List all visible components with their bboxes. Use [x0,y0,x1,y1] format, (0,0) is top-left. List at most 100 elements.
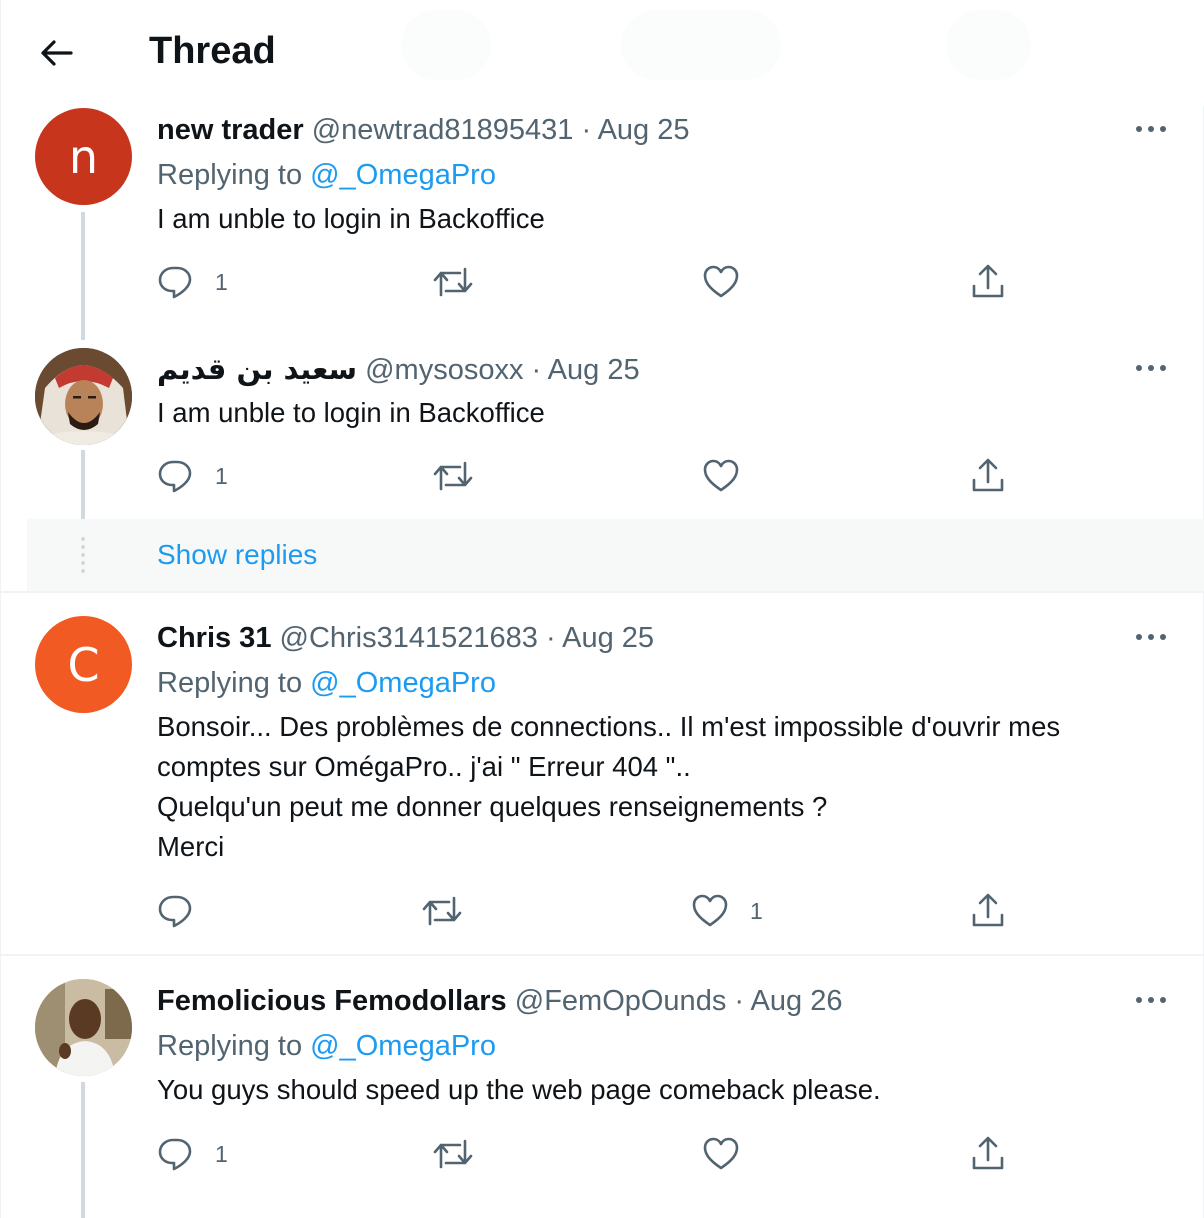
avatar-letter: n [68,129,99,184]
share-icon [972,1136,1004,1170]
retweet-button[interactable] [421,893,463,929]
avatar[interactable] [35,979,132,1076]
retweet-button[interactable] [432,1136,474,1172]
tweet-text: Bonsoir... Des problèmes de connections.… [157,707,1167,867]
tweet-text: I am unble to login in Backoffice [157,397,545,428]
separator-dot: · [531,354,542,386]
like-button[interactable] [703,265,739,299]
tweet-date[interactable]: Aug 25 [548,354,640,386]
more-icon [1136,634,1166,640]
more-icon [1136,365,1166,371]
avatar[interactable]: n [35,108,132,205]
retweet-button[interactable] [432,458,474,494]
tweet-header: سعيد بن قديم @mysosoxx · Aug 25 [157,351,640,388]
replying-to-link[interactable]: @_OmegaPro [310,159,496,191]
like-icon [692,894,728,927]
reply-count: 1 [215,268,228,295]
tweet-date[interactable]: Aug 25 [562,622,654,654]
share-button[interactable] [970,458,1006,494]
reply-icon [158,460,192,493]
header-ghost-2 [621,10,781,80]
avatar-photo-icon [35,348,132,445]
thread-dotted-line [81,537,85,573]
avatar[interactable] [35,348,132,445]
reply-button[interactable] [157,893,193,929]
reply-button[interactable]: 1 [157,264,228,300]
like-icon [703,265,739,298]
user-handle[interactable]: @newtrad81895431 [312,114,574,146]
tweet-text: You guys should speed up the web page co… [157,1074,881,1105]
replying-to: Replying to @_OmegaPro [157,665,496,701]
separator-dot: · [545,622,556,654]
show-replies-label: Show replies [157,539,318,570]
reply-icon [158,1138,192,1171]
tweet-text-line: Bonsoir... Des problèmes de connections.… [157,711,1061,742]
user-name[interactable]: سعيد بن قديم [157,352,357,386]
tweet-text-line: comptes sur OmégaPro.. j'ai " Erreur 404… [157,751,691,782]
replying-to: Replying to @_OmegaPro [157,1028,496,1064]
user-handle[interactable]: @mysosoxx [365,354,523,386]
thread-line [81,1082,85,1218]
separator-dot: · [581,114,592,146]
share-icon [972,264,1004,298]
retweet-icon [433,461,473,491]
back-arrow-icon [41,40,73,66]
share-button[interactable] [970,893,1006,929]
reply-button[interactable]: 1 [157,458,228,494]
avatar-photo-icon [35,979,132,1076]
like-button[interactable]: 1 [692,894,763,928]
replying-to: Replying to @_OmegaPro [157,157,496,193]
more-button[interactable] [1129,622,1173,652]
replying-prefix: Replying to [157,667,303,699]
share-button[interactable] [970,1136,1006,1172]
thread-header: Thread [1,0,1204,106]
back-button[interactable] [31,30,81,76]
tweet-date[interactable]: Aug 26 [751,985,843,1017]
replying-to-link[interactable]: @_OmegaPro [310,1030,496,1062]
thread-line [81,212,85,340]
header-ghost-3 [946,10,1031,80]
divider [1,954,1204,956]
like-icon [703,1137,739,1170]
avatar-letter: C [67,637,100,692]
retweet-icon [422,896,462,926]
tweet-header: new trader @newtrad81895431 · Aug 25 [157,112,690,148]
tweet-header: Femolicious Femodollars @FemOpOunds · Au… [157,983,842,1019]
retweet-button[interactable] [432,264,474,300]
share-button[interactable] [970,264,1006,300]
separator-dot: · [734,985,745,1017]
user-name[interactable]: Chris 31 [157,622,271,654]
user-name[interactable]: new trader [157,114,304,146]
more-icon [1136,126,1166,132]
replying-prefix: Replying to [157,159,303,191]
more-button[interactable] [1129,114,1173,144]
divider [1,591,1204,593]
user-handle[interactable]: @FemOpOunds [515,985,727,1017]
show-replies-button[interactable]: Show replies [27,519,1204,591]
like-button[interactable] [703,459,739,493]
like-count: 1 [750,897,763,924]
share-icon [972,458,1004,492]
tweet-date[interactable]: Aug 25 [598,114,690,146]
like-icon [703,459,739,492]
user-handle[interactable]: @Chris3141521683 [280,622,538,654]
reply-icon [158,895,192,928]
avatar[interactable]: C [35,616,132,713]
retweet-icon [433,1139,473,1169]
more-button[interactable] [1129,353,1173,383]
replying-to-link[interactable]: @_OmegaPro [310,667,496,699]
share-icon [972,893,1004,927]
more-button[interactable] [1129,985,1173,1015]
reply-icon [158,266,192,299]
tweet-text-line: Quelqu'un peut me donner quelques rensei… [157,791,828,822]
page-title: Thread [149,30,276,72]
reply-count: 1 [215,1140,228,1167]
user-name[interactable]: Femolicious Femodollars [157,985,507,1017]
reply-button[interactable]: 1 [157,1136,228,1172]
more-icon [1136,997,1166,1003]
tweet-text: I am unble to login in Backoffice [157,203,545,234]
retweet-icon [433,267,473,297]
like-button[interactable] [703,1137,739,1171]
tweet-text-line: Merci [157,831,225,862]
reply-count: 1 [215,462,228,489]
